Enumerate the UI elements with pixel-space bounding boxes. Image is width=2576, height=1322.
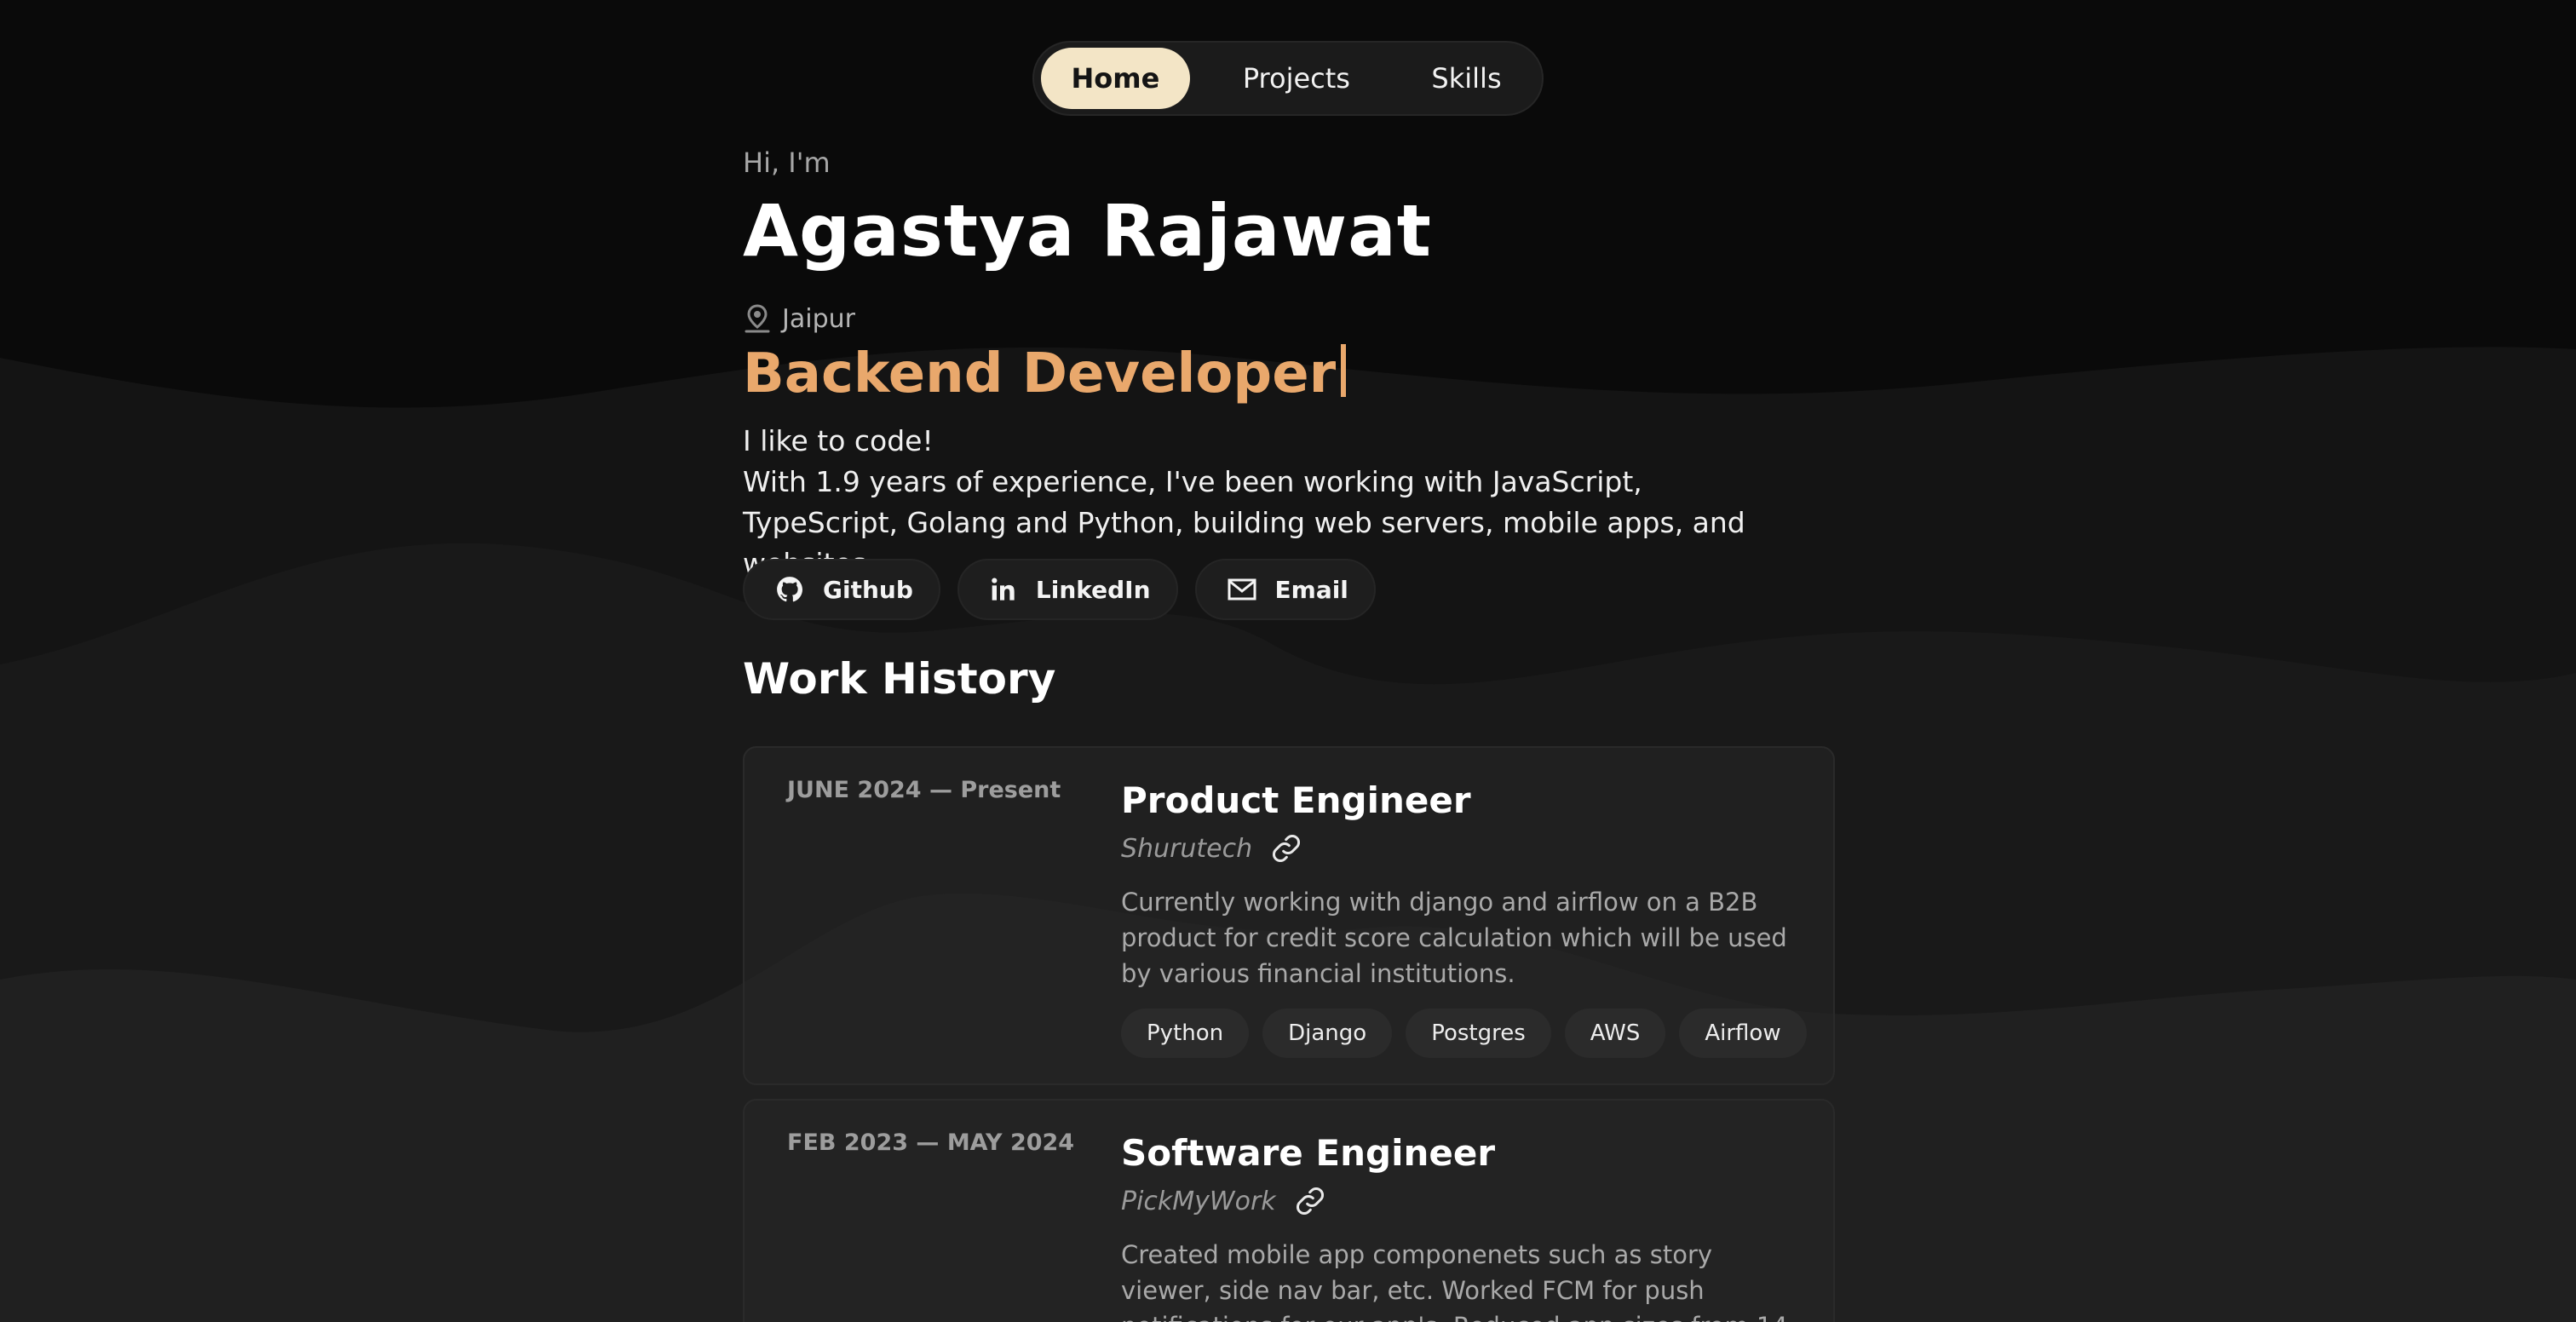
location: Jaipur [743, 303, 855, 334]
nav-home[interactable]: Home [1041, 48, 1190, 109]
job-description: Currently working with django and airflo… [1121, 888, 1787, 988]
github-button[interactable]: Github [743, 559, 940, 620]
location-pin-icon [745, 304, 770, 333]
linkedin-icon [992, 578, 1015, 601]
email-button[interactable]: Email [1194, 559, 1376, 620]
job-date: JUNE 2024 — Present [787, 777, 1061, 803]
job-tags: Python Django Postgres AWS Airflow [1121, 1009, 1807, 1058]
social-links: Github LinkedIn Email [743, 559, 1393, 620]
role-text: Backend Developer [743, 342, 1337, 405]
main-nav: Home Projects Skills [1032, 41, 1544, 116]
location-text: Jaipur [782, 303, 855, 334]
linkedin-label: LinkedIn [1035, 575, 1151, 604]
link-icon[interactable] [1269, 831, 1303, 865]
profile-name: Agastya Rajawat [743, 189, 1432, 273]
linkedin-button[interactable]: LinkedIn [957, 559, 1178, 620]
job-title: Software Engineer [1121, 1132, 1496, 1174]
tag-python: Python [1121, 1009, 1250, 1058]
job-title: Product Engineer [1121, 779, 1471, 821]
job-description: Created mobile app componenets such as s… [1121, 1240, 1788, 1322]
job-card: FEB 2023 — MAY 2024 Software Engineer Pi… [743, 1099, 1835, 1322]
greeting-text: Hi, I'm [743, 147, 831, 179]
nav-skills[interactable]: Skills [1403, 48, 1530, 109]
github-icon [777, 577, 803, 602]
link-icon[interactable] [1293, 1184, 1327, 1218]
email-label: Email [1274, 575, 1348, 604]
company-name: PickMyWork [1121, 1186, 1276, 1216]
company-name: Shurutech [1121, 833, 1253, 864]
tag-aws: AWS [1564, 1009, 1666, 1058]
job-details: Product Engineer Shurutech Currently wor… [1121, 777, 1807, 1058]
tag-airflow: Airflow [1679, 1009, 1807, 1058]
work-history-title: Work History [743, 654, 1056, 704]
role-title: Backend Developer [743, 342, 1347, 405]
job-card: JUNE 2024 — Present Product Engineer Shu… [743, 746, 1835, 1085]
tag-postgres: Postgres [1406, 1009, 1551, 1058]
portfolio-page: Home Projects Skills Hi, I'm Agastya Raj… [0, 0, 2576, 1322]
job-company: Shurutech [1121, 831, 1803, 865]
typing-caret [1341, 344, 1347, 397]
mail-icon [1228, 578, 1256, 601]
job-details: Software Engineer PickMyWork Created mob… [1121, 1129, 1803, 1322]
github-label: Github [823, 575, 913, 604]
job-date: FEB 2023 — MAY 2024 [787, 1129, 1075, 1156]
job-company: PickMyWork [1121, 1184, 1803, 1218]
nav-projects[interactable]: Projects [1195, 48, 1398, 109]
bio-line-1: I like to code! [743, 424, 934, 457]
tag-django: Django [1262, 1009, 1393, 1058]
